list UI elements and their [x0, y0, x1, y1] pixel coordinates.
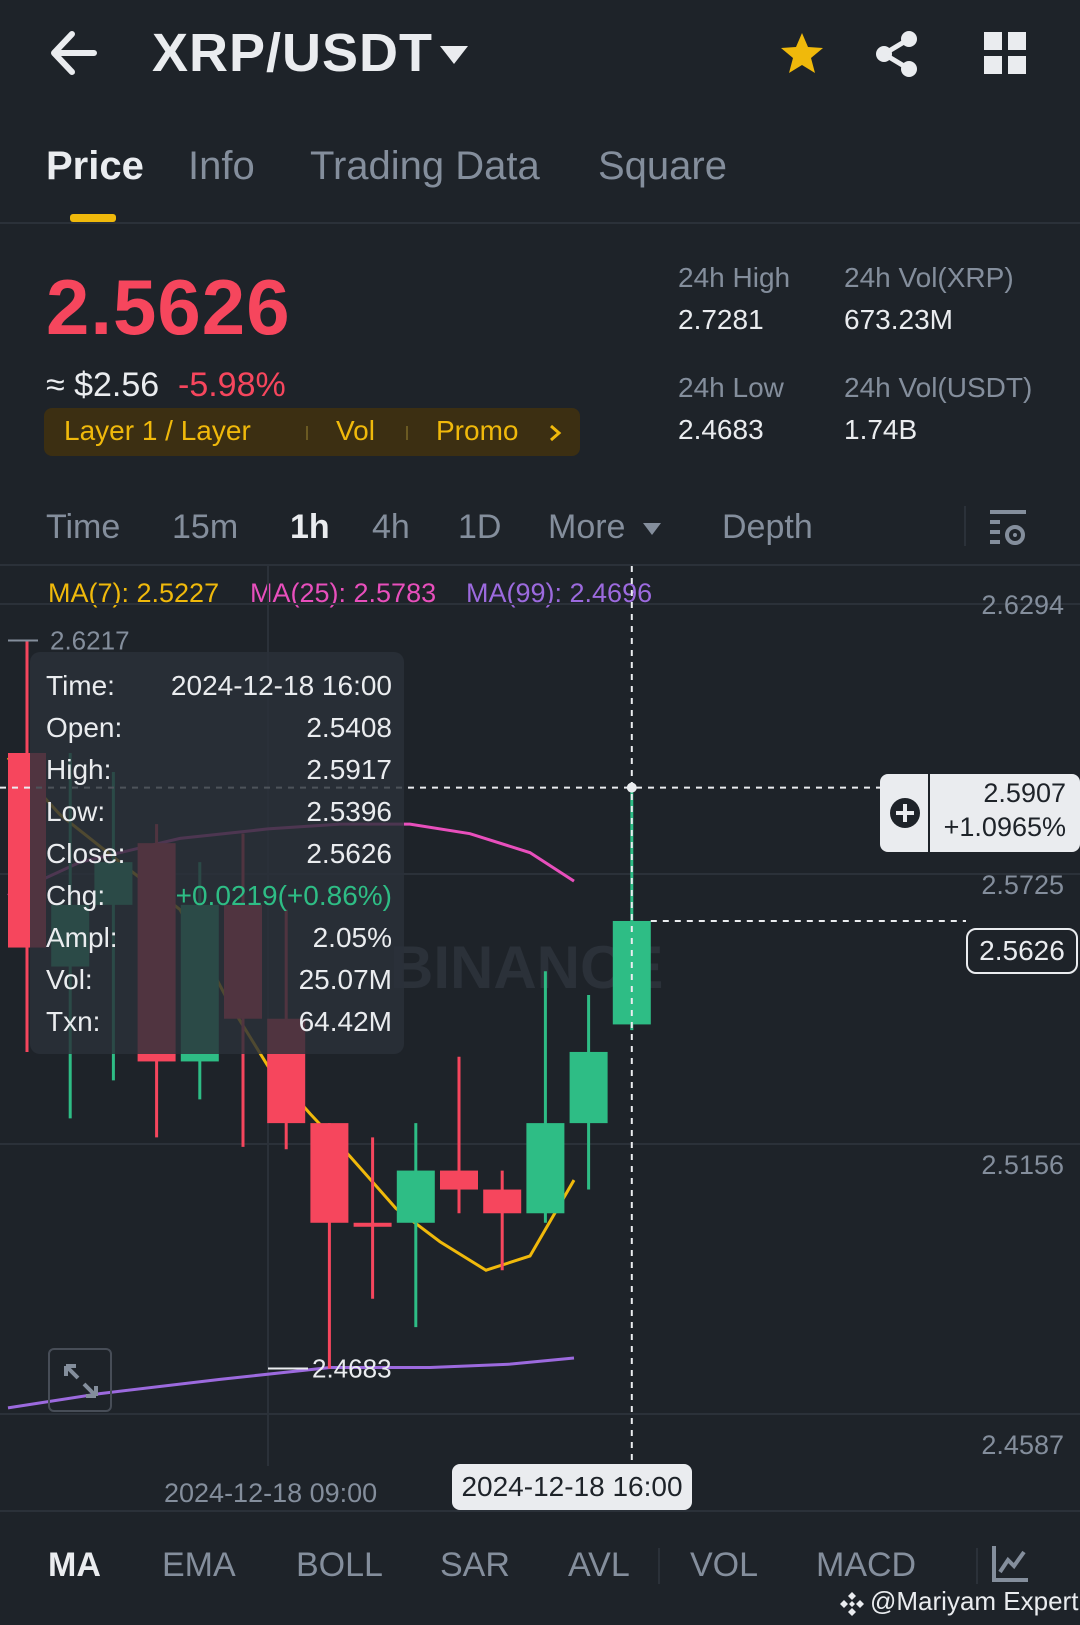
tag-bar[interactable]: Layer 1 / Layer Vol Promo: [44, 408, 580, 456]
candle-body: [353, 1222, 392, 1227]
tooltip-row-time: Time: 2024-12-18 16:00: [46, 670, 392, 701]
indicator-vol[interactable]: VOL: [690, 1546, 758, 1585]
candle-body: [396, 1170, 435, 1223]
more-dropdown-icon[interactable]: [642, 522, 662, 536]
add-alert-button[interactable]: [880, 774, 930, 852]
indicator-sar[interactable]: SAR: [440, 1546, 510, 1585]
share-icon[interactable]: [874, 30, 920, 78]
time-axis-label: 2024-12-18 09:00: [164, 1478, 378, 1508]
interval-1h[interactable]: 1h: [290, 508, 330, 547]
axis-label-bottom: 2.4587: [981, 1430, 1064, 1460]
interval-15m[interactable]: 15m: [172, 508, 238, 547]
candle-body: [612, 920, 651, 1025]
fullscreen-button[interactable]: [48, 1348, 112, 1412]
binance-logo-icon: [840, 1592, 864, 1616]
depth-tab[interactable]: Depth: [722, 508, 813, 547]
vol-xrp-value: 673.23M: [844, 304, 953, 335]
candle-body: [569, 1051, 608, 1124]
interval-bar: Time 15m 1h 4h 1D More Depth: [0, 496, 1080, 566]
last-price: 2.5626: [46, 263, 291, 351]
crosshair-dot: [626, 782, 637, 793]
tooltip-row-vol: Vol: 25.07M: [46, 964, 392, 995]
indicator-ema[interactable]: EMA: [162, 1546, 236, 1585]
crosshair-price-box[interactable]: 2.5907 +1.0965%: [880, 774, 1080, 852]
low-marker-label: 2.4683: [312, 1353, 392, 1383]
tag-divider: [306, 426, 308, 440]
axis-label-3: 2.5156: [981, 1150, 1064, 1180]
tooltip-row-close: Close: 2.5626: [46, 838, 392, 869]
indicator-boll[interactable]: BOLL: [296, 1546, 383, 1585]
candle-tooltip: Time: 2024-12-18 16:00 Open: 2.5408 High: 2…: [30, 652, 404, 1054]
indicator-avl[interactable]: AVL: [568, 1546, 630, 1585]
crosshair-percent: +1.0965%: [943, 812, 1066, 842]
interval-4h[interactable]: 4h: [372, 508, 410, 547]
candle-body: [310, 1123, 349, 1223]
tab-square[interactable]: Square: [598, 144, 727, 189]
chart-settings-icon[interactable]: [988, 508, 1028, 548]
interval-time[interactable]: Time: [46, 508, 120, 547]
crosshair-time-chip: 2024-12-18 16:00: [452, 1464, 692, 1510]
approx-usd-price: ≈ $2.56: [46, 366, 160, 404]
candle-body: [440, 1170, 478, 1190]
interval-1d[interactable]: 1D: [458, 508, 501, 547]
top-bar: XRP/USDT: [0, 0, 1080, 110]
back-arrow-icon[interactable]: [48, 30, 98, 76]
indicator-divider: [976, 1548, 978, 1584]
high-value: 2.7281: [678, 304, 764, 335]
indicator-ma[interactable]: MA: [48, 1546, 101, 1585]
tag-divider: [406, 426, 408, 440]
author-credit: @Mariyam Expert: [870, 1586, 1079, 1616]
active-tab-indicator: [70, 214, 116, 222]
tab-price[interactable]: Price: [46, 144, 144, 189]
vol-usdt-label: 24h Vol(USDT): [844, 372, 1033, 403]
tooltip-row-low: Low: 2.5396: [46, 796, 392, 827]
chevron-right-icon: [550, 424, 562, 442]
tab-trading-data[interactable]: Trading Data: [310, 144, 540, 189]
tooltip-row-high: High: 2.5917: [46, 754, 392, 785]
tooltip-row-txn: Txn: 64.42M: [46, 1006, 392, 1037]
crosshair-price: 2.5907: [983, 778, 1066, 808]
plus-circle-icon: [890, 798, 920, 828]
low-label: 24h Low: [678, 372, 784, 403]
pair-dropdown-icon[interactable]: [438, 44, 470, 66]
star-icon[interactable]: [778, 30, 826, 78]
tag-layer[interactable]: Layer 1 / Layer: [64, 415, 251, 447]
interval-divider: [964, 506, 966, 546]
low-value: 2.4683: [678, 414, 764, 445]
current-price-tag: 2.5626: [966, 928, 1078, 974]
indicator-chart-icon[interactable]: [990, 1544, 1030, 1584]
indicator-macd[interactable]: MACD: [816, 1546, 916, 1585]
high-label: 24h High: [678, 262, 791, 293]
indicator-divider: [658, 1548, 660, 1584]
tooltip-row-chg: Chg: +0.0219(+0.86%): [46, 880, 392, 911]
candle-body: [483, 1189, 522, 1214]
interval-more[interactable]: More: [548, 508, 625, 547]
candle-body: [526, 1123, 565, 1214]
expand-icon: [64, 1364, 98, 1398]
page-tabs: Price Info Trading Data Square: [0, 130, 1080, 224]
tooltip-row-ampl: Ampl: 2.05%: [46, 922, 392, 953]
tag-promo[interactable]: Promo: [436, 415, 518, 447]
price-change-percent: -5.98%: [178, 366, 286, 404]
vol-usdt-value: 1.74B: [844, 414, 918, 445]
grid-icon[interactable]: [984, 32, 1026, 74]
vol-xrp-label: 24h Vol(XRP): [844, 262, 1014, 293]
tab-info[interactable]: Info: [188, 144, 255, 189]
pair-title[interactable]: XRP/USDT: [152, 22, 433, 84]
axis-label-2: 2.5725: [981, 870, 1064, 900]
tooltip-row-open: Open: 2.5408: [46, 712, 392, 743]
tag-vol[interactable]: Vol: [336, 415, 375, 447]
axis-label-top: 2.6294: [981, 590, 1064, 620]
